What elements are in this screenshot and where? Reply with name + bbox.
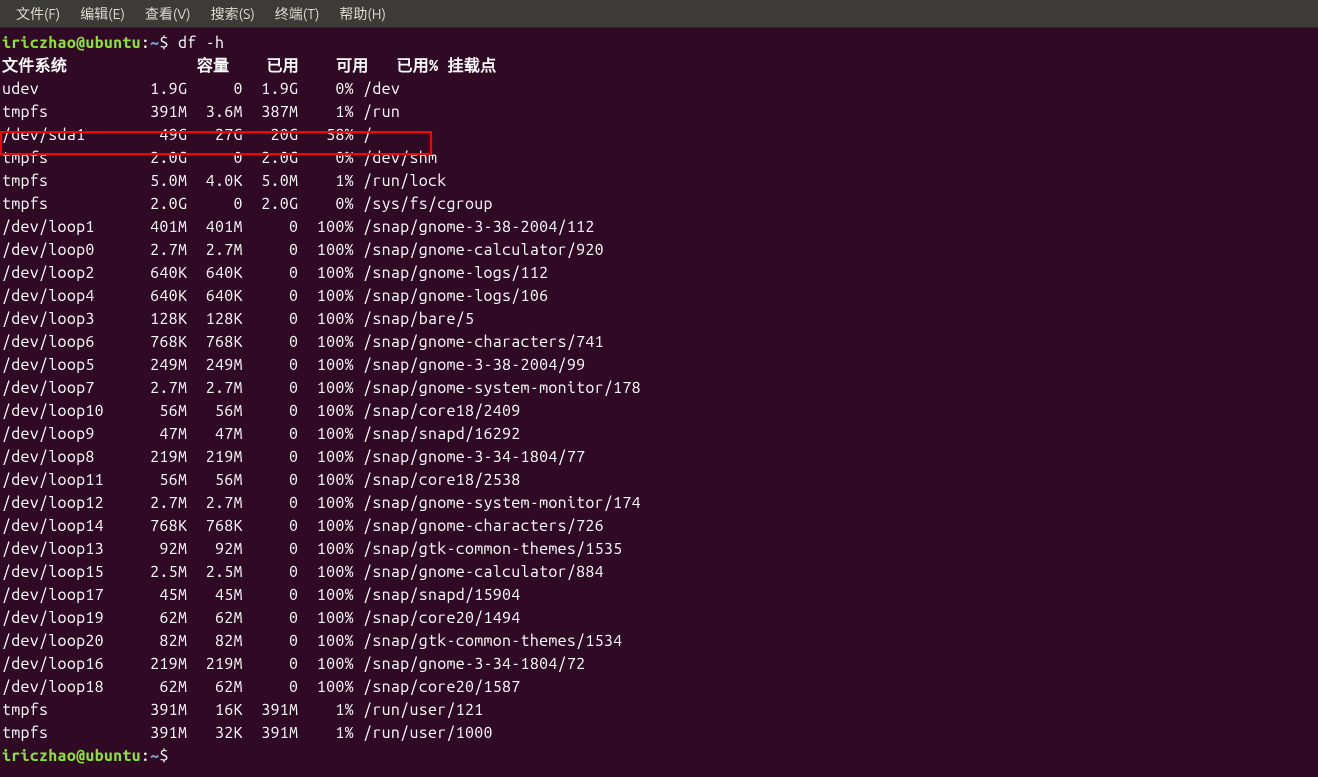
menu-view[interactable]: 查看(V) [135,4,201,24]
df-row: tmpfs 391M 32K 391M 1% /run/user/1000 [2,724,493,742]
df-row: /dev/loop4 640K 640K 0 100% /snap/gnome-… [2,287,548,305]
menu-help[interactable]: 帮助(H) [329,4,396,24]
terminal-area[interactable]: iriczhao@ubuntu:~$ df -h 文件系统 容量 已用 可用 已用… [0,28,1318,768]
df-row: tmpfs 391M 3.6M 387M 1% /run [2,103,400,121]
df-row: /dev/loop10 56M 56M 0 100% /snap/core18/… [2,402,521,420]
df-header: 文件系统 容量 已用 可用 已用% 挂载点 [2,57,497,75]
df-row: /dev/loop20 82M 82M 0 100% /snap/gtk-com… [2,632,622,650]
df-row: /dev/loop5 249M 249M 0 100% /snap/gnome-… [2,356,585,374]
prompt-line-command: iriczhao@ubuntu:~$ df -h [2,32,1318,55]
menu-search[interactable]: 搜索(S) [201,4,265,24]
df-row: /dev/loop19 62M 62M 0 100% /snap/core20/… [2,609,521,627]
df-row: udev 1.9G 0 1.9G 0% /dev [2,80,400,98]
df-row: /dev/loop14 768K 768K 0 100% /snap/gnome… [2,517,604,535]
prompt-user-host: iriczhao@ubuntu [2,34,141,52]
df-row: /dev/sda1 49G 27G 20G 58% / [2,126,372,144]
menu-edit[interactable]: 编辑(E) [70,4,135,24]
df-row: /dev/loop12 2.7M 2.7M 0 100% /snap/gnome… [2,494,641,512]
df-row: tmpfs 391M 16K 391M 1% /run/user/121 [2,701,484,719]
df-row: /dev/loop18 62M 62M 0 100% /snap/core20/… [2,678,521,696]
df-row: tmpfs 2.0G 0 2.0G 0% /sys/fs/cgroup [2,195,493,213]
df-row: /dev/loop9 47M 47M 0 100% /snap/snapd/16… [2,425,521,443]
df-row: /dev/loop0 2.7M 2.7M 0 100% /snap/gnome-… [2,241,604,259]
df-row: /dev/loop11 56M 56M 0 100% /snap/core18/… [2,471,521,489]
df-row: /dev/loop6 768K 768K 0 100% /snap/gnome-… [2,333,604,351]
df-row: /dev/loop13 92M 92M 0 100% /snap/gtk-com… [2,540,622,558]
prompt-symbol: $ [159,34,178,52]
menubar: 文件(F) 编辑(E) 查看(V) 搜索(S) 终端(T) 帮助(H) [0,0,1318,28]
df-row: /dev/loop1 401M 401M 0 100% /snap/gnome-… [2,218,595,236]
menu-terminal[interactable]: 终端(T) [265,4,330,24]
df-row: /dev/loop8 219M 219M 0 100% /snap/gnome-… [2,448,585,466]
df-row: /dev/loop15 2.5M 2.5M 0 100% /snap/gnome… [2,563,604,581]
prompt-symbol: $ [159,747,168,765]
prompt-line-idle: iriczhao@ubuntu:~$ [2,745,1318,768]
df-row: /dev/loop2 640K 640K 0 100% /snap/gnome-… [2,264,548,282]
prompt-user-host: iriczhao@ubuntu [2,747,141,765]
command-text: df -h [178,34,224,52]
df-row: tmpfs 5.0M 4.0K 5.0M 1% /run/lock [2,172,446,190]
df-row: /dev/loop16 219M 219M 0 100% /snap/gnome… [2,655,585,673]
menu-file[interactable]: 文件(F) [6,4,70,24]
df-row: tmpfs 2.0G 0 2.0G 0% /dev/shm [2,149,437,167]
df-row: /dev/loop17 45M 45M 0 100% /snap/snapd/1… [2,586,521,604]
df-row: /dev/loop7 2.7M 2.7M 0 100% /snap/gnome-… [2,379,641,397]
prompt-sep: : [141,747,150,765]
df-row: /dev/loop3 128K 128K 0 100% /snap/bare/5 [2,310,474,328]
prompt-sep: : [141,34,150,52]
